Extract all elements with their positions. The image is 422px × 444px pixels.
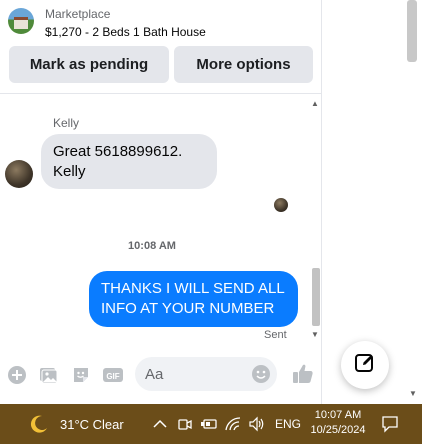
mark-as-pending-button[interactable]: Mark as pending (9, 46, 169, 83)
sticker-icon[interactable] (71, 365, 91, 385)
thumbs-up-icon[interactable] (291, 362, 315, 386)
gif-icon[interactable]: GIF (102, 365, 124, 385)
svg-text:GIF: GIF (106, 372, 119, 381)
compose-icon (354, 352, 376, 379)
clock-time: 10:07 AM (314, 409, 362, 421)
outgoing-message-line: THANKS I WILL SEND ALL (101, 280, 285, 297)
emoji-icon[interactable] (251, 364, 271, 384)
incoming-message[interactable]: Great 5618899612. Kelly (41, 134, 217, 189)
notification-icon[interactable] (380, 414, 400, 434)
seen-avatar (274, 198, 288, 212)
chat-panel: Marketplace $1,270 - 2 Beds 1 Bath House… (0, 0, 322, 404)
message-input-placeholder: Aa (145, 365, 164, 383)
message-timestamp: 10:08 AM (128, 240, 176, 252)
listing-thumbnail[interactable] (8, 8, 34, 34)
plus-circle-icon[interactable] (7, 365, 27, 385)
more-options-button[interactable]: More options (174, 46, 313, 83)
new-message-button[interactable] (341, 341, 389, 389)
page-scrollbar-thumb[interactable] (407, 0, 417, 62)
language-indicator[interactable]: ENG (275, 417, 301, 431)
page-scroll-down-arrow[interactable]: ▼ (409, 389, 417, 398)
avatar[interactable] (5, 160, 33, 188)
message-status: Sent (264, 329, 287, 341)
weather-widget[interactable]: 31°C Clear (60, 417, 124, 432)
meet-icon[interactable] (176, 415, 194, 433)
system-clock[interactable]: 10:07 AM 10/25/2024 (308, 408, 368, 438)
scroll-up-arrow[interactable]: ▲ (311, 99, 319, 108)
incoming-message-line: Kelly (53, 163, 86, 180)
message-composer: GIF Aa (0, 356, 322, 396)
outgoing-message[interactable]: THANKS I WILL SEND ALL INFO AT YOUR NUMB… (89, 271, 298, 327)
marketplace-label: Marketplace (45, 7, 111, 21)
incoming-message-line: Great 5618899612. (53, 143, 183, 160)
moon-icon[interactable] (28, 413, 50, 435)
photo-icon[interactable] (38, 365, 58, 385)
wifi-icon[interactable] (224, 415, 242, 433)
chevron-up-icon[interactable] (151, 415, 169, 433)
listing-title[interactable]: $1,270 - 2 Beds 1 Bath House (45, 25, 206, 39)
chat-scrollbar-thumb[interactable] (312, 268, 320, 326)
listing-header: Marketplace $1,270 - 2 Beds 1 Bath House… (0, 0, 322, 94)
volume-icon[interactable] (248, 415, 266, 433)
windows-taskbar: 31°C Clear ENG 10:07 AM 10/25/2024 (0, 404, 422, 444)
outgoing-message-line: INFO AT YOUR NUMBER (101, 300, 275, 317)
message-input[interactable]: Aa (135, 357, 277, 391)
sender-name: Kelly (53, 116, 80, 130)
scroll-down-arrow[interactable]: ▼ (311, 330, 319, 339)
battery-icon[interactable] (200, 415, 218, 433)
clock-date: 10/25/2024 (310, 424, 366, 436)
